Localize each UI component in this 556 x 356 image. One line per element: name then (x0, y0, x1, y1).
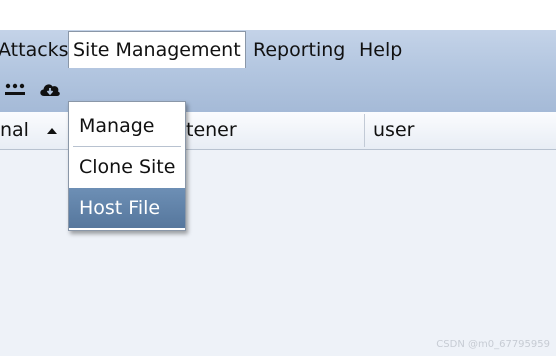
menu-item-host-file[interactable]: Host File (69, 188, 185, 228)
menu-help[interactable]: Help (359, 30, 402, 70)
site-management-dropdown: Manage Clone Site Host File (68, 101, 186, 231)
menu-reporting[interactable]: Reporting (253, 30, 345, 70)
menu-item-clone-site[interactable]: Clone Site (69, 147, 185, 187)
column-header-nal[interactable]: nal (0, 112, 59, 149)
column-label: nal (0, 119, 29, 141)
app-window: Attacks Site Management Reporting Help n… (0, 30, 556, 356)
column-header-listener[interactable]: tener (186, 112, 237, 149)
menu-site-management[interactable]: Site Management (68, 31, 246, 68)
menu-item-manage[interactable]: Manage (69, 106, 185, 146)
column-header-user[interactable]: user (373, 112, 414, 149)
sort-ascending-icon (47, 127, 58, 134)
cloud-download-icon[interactable] (38, 80, 62, 104)
watermark: CSDN @m0_67795959 (436, 339, 550, 350)
more-icon[interactable] (4, 80, 26, 104)
menu-bar: Attacks Site Management Reporting Help (0, 30, 556, 70)
column-divider[interactable] (364, 114, 365, 147)
menu-attacks[interactable]: Attacks (0, 30, 69, 70)
